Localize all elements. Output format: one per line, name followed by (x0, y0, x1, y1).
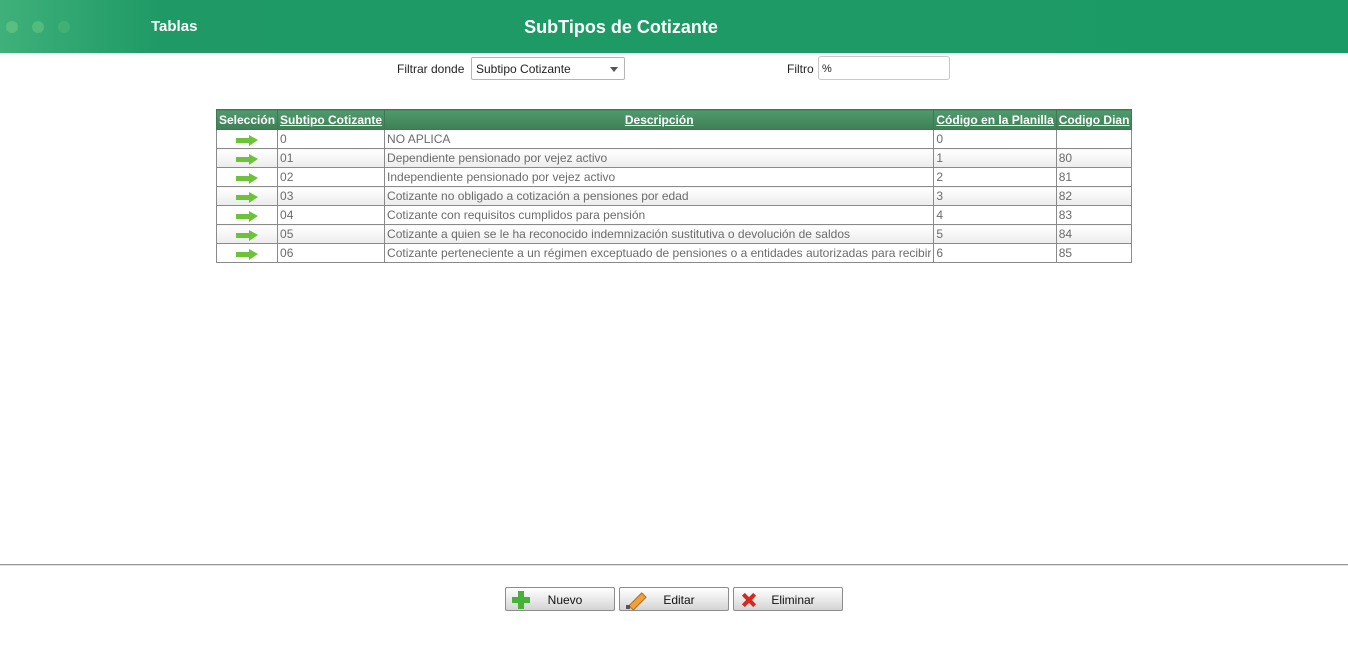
cell-subtipo: 05 (277, 224, 386, 244)
table-row: 04 Cotizante con requisitos cumplidos pa… (215, 205, 1133, 225)
cell-subtipo: 06 (277, 243, 386, 263)
table-row: 03 Cotizante no obligado a cotización a … (215, 186, 1133, 206)
arrow-right-icon (236, 248, 259, 260)
table-header-row: Selección Subtipo Cotizante Descripción … (215, 109, 1133, 130)
cell-descripcion: Dependiente pensionado por vejez activo (384, 148, 935, 168)
table-row: 06 Cotizante perteneciente a un régimen … (215, 243, 1133, 263)
editar-button[interactable]: Editar (619, 587, 729, 611)
cell-subtipo: 01 (277, 148, 386, 168)
cell-codigo-planilla: 0 (933, 129, 1057, 149)
table-row: 02 Independiente pensionado por vejez ac… (215, 167, 1133, 187)
arrow-right-icon (236, 172, 259, 184)
cell-descripcion: NO APLICA (384, 129, 935, 149)
cell-descripcion: Cotizante perteneciente a un régimen exc… (384, 243, 935, 263)
select-row-button[interactable] (215, 205, 279, 225)
editar-button-label: Editar (663, 593, 695, 607)
cell-subtipo: 03 (277, 186, 386, 206)
cell-subtipo: 0 (277, 129, 386, 149)
filter-row: Filtrar donde Subtipo Cotizante Filtro % (0, 56, 1348, 82)
cell-descripcion: Cotizante no obligado a cotización a pen… (384, 186, 935, 206)
table-row: 05 Cotizante a quien se le ha reconocido… (215, 224, 1133, 244)
cell-codigo-dian: 80 (1055, 148, 1133, 168)
nuevo-button[interactable]: Nuevo (505, 587, 615, 611)
select-row-button[interactable] (215, 167, 279, 187)
column-header-descripcion[interactable]: Descripción (384, 109, 935, 130)
filter-field-value: Subtipo Cotizante (476, 62, 571, 76)
arrow-right-icon (236, 210, 259, 222)
arrow-right-icon (236, 153, 259, 165)
subtipos-table: Selección Subtipo Cotizante Descripción … (215, 109, 1133, 263)
select-row-button[interactable] (215, 129, 279, 149)
cell-codigo-planilla: 5 (933, 224, 1057, 244)
select-row-button[interactable] (215, 243, 279, 263)
column-header-codigo-dian[interactable]: Codigo Dian (1055, 109, 1133, 130)
eliminar-button-label: Eliminar (771, 593, 815, 607)
column-header-seleccion: Selección (215, 109, 279, 130)
cell-codigo-dian: 81 (1055, 167, 1133, 187)
cell-subtipo: 04 (277, 205, 386, 225)
cell-descripcion: Independiente pensionado por vejez activ… (384, 167, 935, 187)
header-bar: Tablas SubTipos de Cotizante (0, 0, 1348, 53)
table-row: 01 Dependiente pensionado por vejez acti… (215, 148, 1133, 168)
chevron-down-icon (610, 67, 618, 72)
cell-codigo-dian: 82 (1055, 186, 1133, 206)
filter-label: Filtrar donde (397, 62, 465, 76)
column-header-codigo-planilla[interactable]: Código en la Planilla (933, 109, 1057, 130)
cell-descripcion: Cotizante con requisitos cumplidos para … (384, 205, 935, 225)
column-header-subtipo[interactable]: Subtipo Cotizante (277, 109, 386, 130)
cell-codigo-planilla: 2 (933, 167, 1057, 187)
cell-codigo-dian: 83 (1055, 205, 1133, 225)
cell-codigo-planilla: 1 (933, 148, 1057, 168)
cell-subtipo: 02 (277, 167, 386, 187)
eliminar-button[interactable]: Eliminar (733, 587, 843, 611)
cell-descripcion: Cotizante a quien se le ha reconocido in… (384, 224, 935, 244)
arrow-right-icon (236, 191, 259, 203)
select-row-button[interactable] (215, 186, 279, 206)
cell-codigo-dian: 84 (1055, 224, 1133, 244)
cell-codigo-planilla: 4 (933, 205, 1057, 225)
filter-field-select[interactable]: Subtipo Cotizante (471, 57, 625, 80)
cell-codigo-planilla: 3 (933, 186, 1057, 206)
footer-divider (0, 564, 1348, 566)
filtro-input[interactable]: % (818, 56, 950, 80)
cell-codigo-dian (1055, 129, 1133, 149)
table-row: 0 NO APLICA 0 (215, 129, 1133, 149)
select-row-button[interactable] (215, 224, 279, 244)
select-row-button[interactable] (215, 148, 279, 168)
nuevo-button-label: Nuevo (547, 593, 583, 607)
arrow-right-icon (236, 229, 259, 241)
cell-codigo-dian: 85 (1055, 243, 1133, 263)
cell-codigo-planilla: 6 (933, 243, 1057, 263)
filtro-label: Filtro (787, 62, 814, 76)
page-title: SubTipos de Cotizante (524, 17, 718, 37)
arrow-right-icon (236, 134, 259, 146)
